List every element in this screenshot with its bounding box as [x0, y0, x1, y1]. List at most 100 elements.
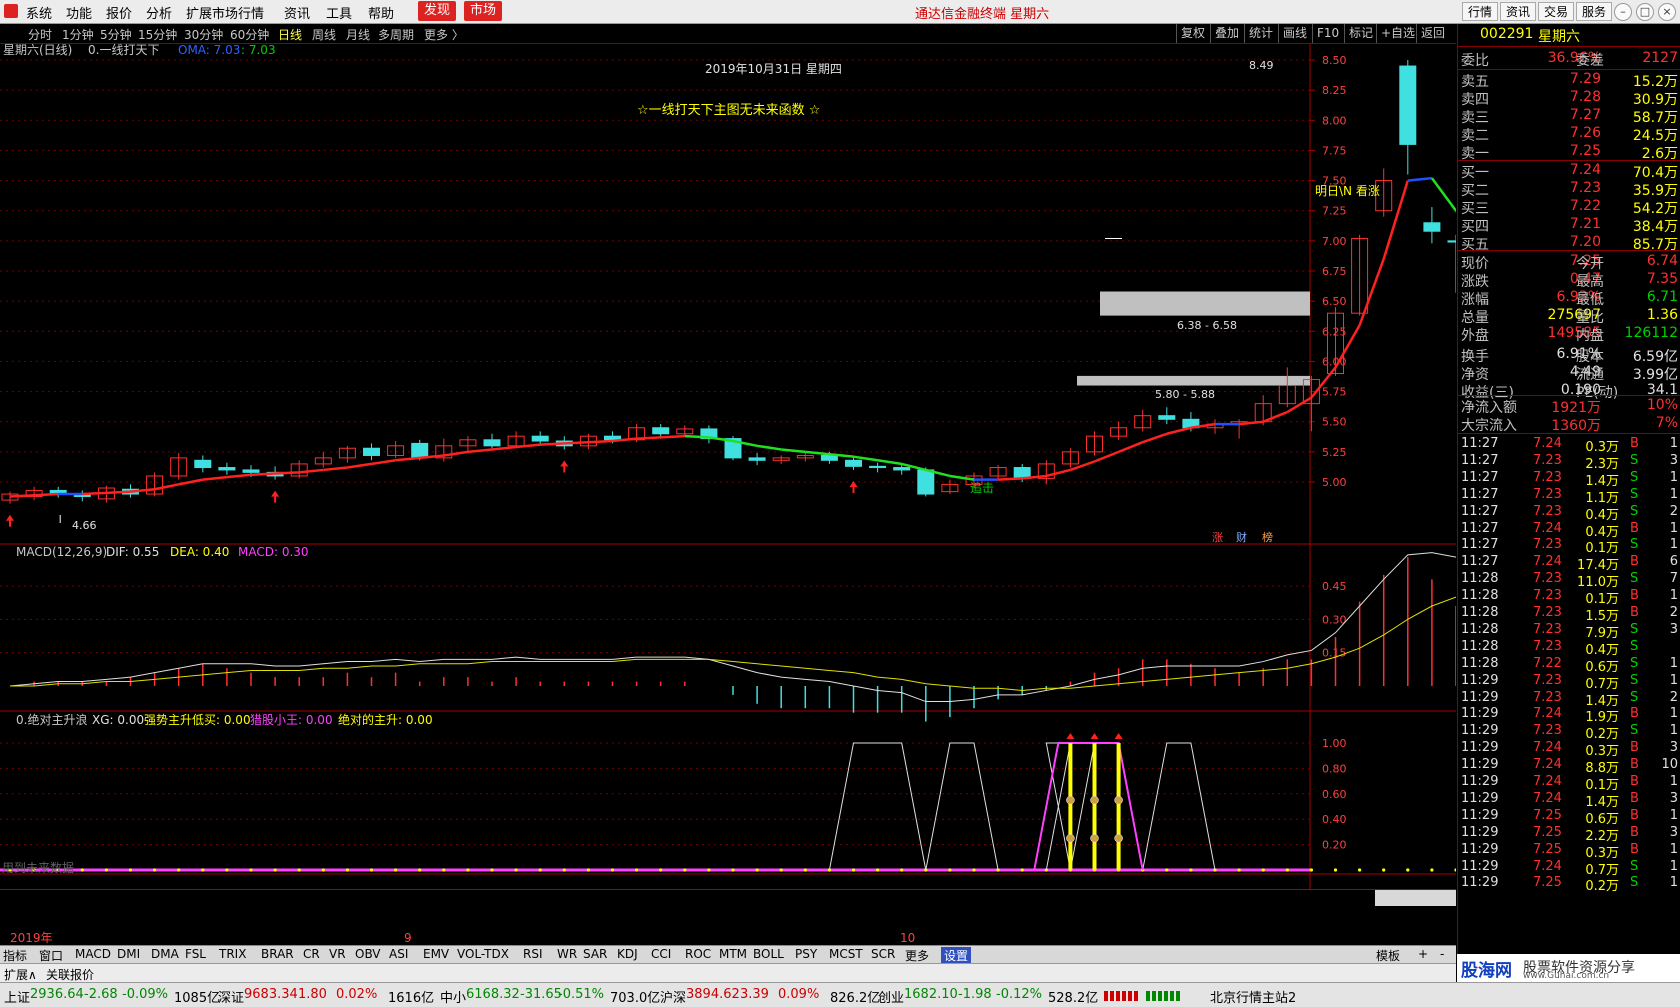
tick-side: B	[1630, 520, 1639, 536]
tick-time: 11:29	[1461, 723, 1499, 739]
stats-button[interactable]: 统计	[1244, 24, 1277, 43]
index-name[interactable]: 沪深	[660, 987, 686, 1006]
indicator-tab[interactable]: SCR	[871, 947, 895, 961]
index-name[interactable]: 中小	[440, 987, 466, 1006]
indicator-tab[interactable]: BOLL	[753, 947, 784, 961]
indicator-tab[interactable]: FSL	[185, 947, 206, 961]
tick-time: 11:28	[1461, 638, 1499, 654]
server-name[interactable]: 北京行情主站2	[1210, 987, 1296, 1006]
ma-segment	[371, 459, 396, 466]
zoom-out-button[interactable]: -	[1440, 947, 1444, 961]
xaxis-year: 2019年	[10, 931, 53, 944]
f10-button[interactable]: F10	[1312, 24, 1343, 43]
zoom-in-button[interactable]: +	[1418, 947, 1428, 961]
macd-title: MACD(12,26,9)	[16, 545, 107, 559]
indicator-tab[interactable]: TRIX	[219, 947, 246, 961]
template-button[interactable]: 模板	[1376, 947, 1400, 964]
indicator-tab[interactable]: 窗口	[39, 947, 63, 964]
indicator-tab[interactable]: MACD	[75, 947, 111, 961]
indicator-tab[interactable]: WR	[557, 947, 577, 961]
indicator-tab[interactable]: ASI	[389, 947, 408, 961]
indicator-tab[interactable]: ROC	[685, 947, 711, 961]
stock-code: 002291	[1480, 26, 1534, 42]
expand-button[interactable]: 扩展∧	[4, 966, 37, 983]
period-daily[interactable]: 日线	[278, 26, 302, 43]
index-name[interactable]: 上证	[4, 987, 30, 1006]
baseline-dot	[490, 868, 494, 872]
draw-button[interactable]: 画线	[1278, 24, 1311, 43]
info-button[interactable]: 资讯	[1500, 2, 1537, 21]
period-30min[interactable]: 30分钟	[184, 26, 223, 43]
mark-button[interactable]: 标记	[1344, 24, 1377, 43]
period-weekly[interactable]: 周线	[312, 26, 336, 43]
quote-button[interactable]: 行情	[1462, 2, 1499, 21]
indicator-tab[interactable]: VR	[329, 947, 346, 961]
indicator-tab[interactable]: MTM	[719, 947, 747, 961]
period-multi[interactable]: 多周期	[378, 26, 414, 43]
restore-icon[interactable]: □	[1636, 3, 1654, 21]
overlay-button[interactable]: 叠加	[1210, 24, 1243, 43]
stat-row: 涨跌 0.47 最高 7.35	[1458, 271, 1680, 290]
indicator-tab[interactable]: 更多	[905, 947, 929, 964]
index-name[interactable]: 创业	[878, 987, 904, 1006]
menu-function[interactable]: 功能	[66, 3, 92, 22]
tick-price: 7.23	[1533, 621, 1562, 637]
baseline-dot	[851, 868, 856, 872]
menu-tools[interactable]: 工具	[326, 3, 352, 22]
menu-system[interactable]: 系统	[26, 3, 52, 22]
tick-row: 11:29 7.25 0.2万 S 1	[1458, 875, 1680, 894]
minimize-icon[interactable]: –	[1614, 3, 1632, 21]
period-60min[interactable]: 60分钟	[230, 26, 269, 43]
period-5min[interactable]: 5分钟	[100, 26, 132, 43]
indicator-tab[interactable]: PSY	[795, 947, 817, 961]
period-1min[interactable]: 1分钟	[62, 26, 94, 43]
menu-news[interactable]: 资讯	[284, 3, 310, 22]
indicator-tab[interactable]: MCST	[829, 947, 863, 961]
tick-row: 11:29 7.24 8.8万 B 10	[1458, 757, 1680, 776]
menu-help[interactable]: 帮助	[368, 3, 394, 22]
indicator-tab[interactable]: KDJ	[617, 947, 638, 961]
ma-segment	[1142, 432, 1168, 444]
period-monthly[interactable]: 月线	[346, 26, 370, 43]
close-icon[interactable]: ×	[1658, 3, 1676, 21]
index-name[interactable]: 深证	[218, 987, 244, 1006]
menu-analysis[interactable]: 分析	[146, 3, 172, 22]
zhang-badge[interactable]: 涨	[1212, 531, 1223, 544]
indicator-tab[interactable]: EMV	[423, 947, 449, 961]
tick-time: 11:29	[1461, 824, 1499, 840]
cai-badge[interactable]: 财	[1236, 530, 1247, 544]
back-button[interactable]: 返回	[1416, 24, 1449, 43]
trade-button[interactable]: 交易	[1538, 2, 1575, 21]
indicator-tab[interactable]: RSI	[523, 947, 543, 961]
indicator-tab[interactable]: DMI	[117, 947, 140, 961]
indicator-tab[interactable]: DMA	[151, 947, 179, 961]
adjust-button[interactable]: 复权	[1176, 24, 1209, 43]
discover-button[interactable]: 发现	[418, 1, 457, 21]
indicator-tab[interactable]: OBV	[355, 947, 381, 961]
service-button[interactable]: 服务	[1576, 2, 1613, 21]
add-watchlist-button[interactable]: +自选	[1376, 24, 1419, 43]
indicator-tab[interactable]: SAR	[583, 947, 607, 961]
baseline-dot	[1165, 868, 1169, 872]
menu-quote[interactable]: 报价	[106, 3, 132, 22]
indicator-tab[interactable]: CR	[303, 947, 320, 961]
tick-time: 11:28	[1461, 605, 1499, 620]
stat-row: 净资 4.49 流通 3.99亿	[1458, 364, 1680, 383]
banner-text: ☆一线打天下主图无未来函数 ☆	[637, 103, 820, 118]
indicator-tab[interactable]: BRAR	[261, 947, 294, 961]
tick-side: S	[1630, 621, 1639, 637]
indicator-tab[interactable]: VOL-TDX	[457, 947, 509, 961]
indicator-tab[interactable]: 指标	[3, 947, 27, 964]
kline-chart[interactable]: 8.508.258.007.757.507.257.006.756.506.25…	[0, 44, 1456, 944]
indicator-tab[interactable]: 设置	[941, 947, 972, 964]
market-button[interactable]: 市场	[464, 1, 503, 21]
bang-badge[interactable]: 榜	[1262, 530, 1273, 544]
period-more[interactable]: 更多 〉	[424, 26, 464, 43]
menu-ext-market[interactable]: 扩展市场行情	[186, 3, 264, 22]
related-quote-tab[interactable]: 关联报价	[46, 966, 94, 983]
indicator-tab[interactable]: CCI	[651, 947, 671, 961]
ad-banner[interactable]: 股海网 股票软件资源分享 www.Guhai.com.cn	[1457, 954, 1680, 982]
period-15min[interactable]: 15分钟	[138, 26, 177, 43]
buy-level-row: 买四 7.21 38.4万	[1458, 216, 1680, 235]
period-tick[interactable]: 分时	[28, 26, 52, 43]
